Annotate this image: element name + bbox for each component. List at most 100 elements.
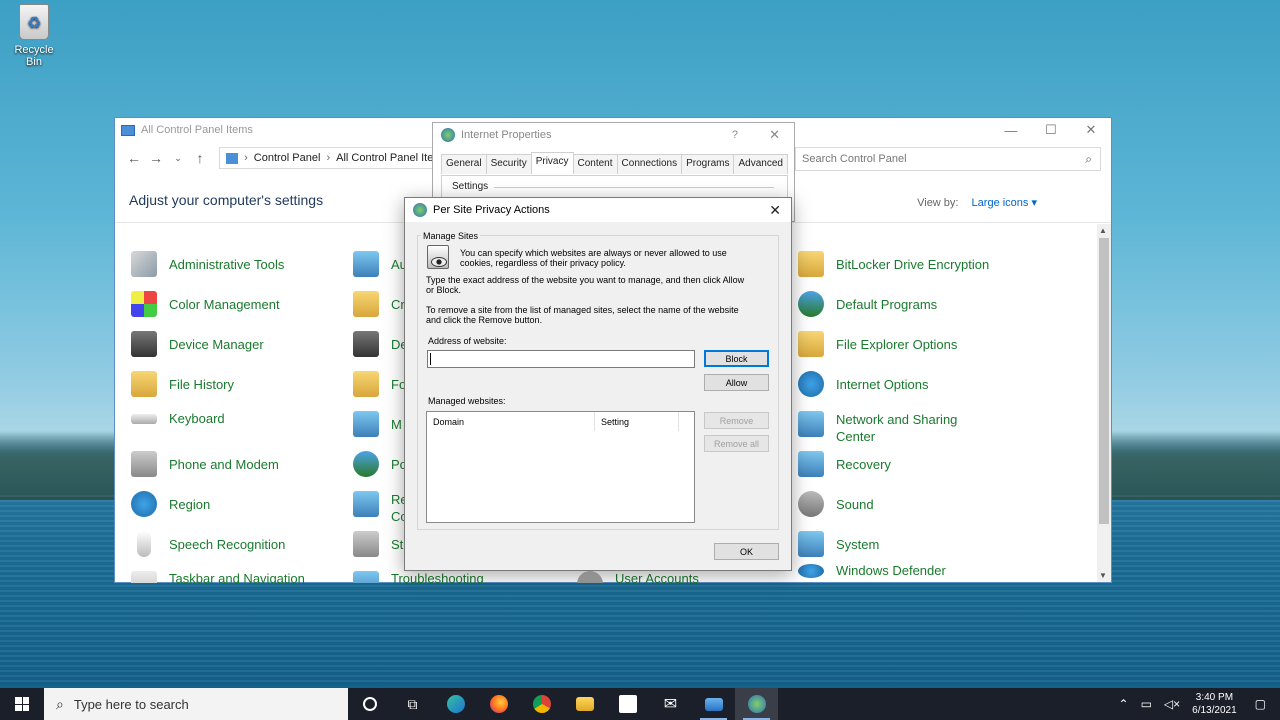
scroll-thumb[interactable] bbox=[1099, 238, 1109, 524]
cp-item-devices-printers[interactable]: De bbox=[353, 331, 408, 357]
close-button[interactable]: ✕ bbox=[1071, 118, 1111, 142]
defender-icon bbox=[798, 563, 824, 578]
cp-item-internet-options[interactable]: Internet Options bbox=[798, 371, 929, 397]
cortana-button[interactable] bbox=[348, 688, 391, 720]
remove-all-button[interactable]: Remove all bbox=[704, 435, 769, 452]
chevron-up-icon[interactable]: ⌃ bbox=[1119, 697, 1129, 711]
cp-item-credential-manager[interactable]: Cr bbox=[353, 291, 405, 317]
internet-properties-titlebar[interactable]: Internet Properties ? ✕ bbox=[433, 123, 794, 147]
search-icon[interactable]: ⌕ bbox=[1085, 152, 1092, 167]
start-button[interactable] bbox=[0, 688, 44, 720]
item-label-line1: Network and Sharing bbox=[836, 412, 958, 427]
taskbar-internet-options[interactable] bbox=[735, 688, 778, 720]
speaker-muted-icon[interactable]: ◁× bbox=[1164, 697, 1180, 711]
store-bag-icon bbox=[618, 695, 637, 713]
search-control-panel-input[interactable]: Search Control Panel ⌕ bbox=[795, 147, 1101, 171]
cp-item-power-options[interactable]: Po bbox=[353, 451, 407, 477]
notifications-icon[interactable]: ▢ bbox=[1255, 697, 1266, 711]
cp-item-windows-defender[interactable]: Windows Defender bbox=[798, 563, 946, 578]
cp-item-color-management[interactable]: Color Management bbox=[131, 291, 280, 317]
tab-connections[interactable]: Connections bbox=[616, 154, 683, 174]
taskbar-edge[interactable] bbox=[434, 688, 477, 720]
taskbar-mail[interactable]: ✉ bbox=[649, 688, 692, 720]
cp-item-mail[interactable]: M bbox=[353, 411, 402, 437]
cp-item-default-programs[interactable]: Default Programs bbox=[798, 291, 937, 317]
per-site-titlebar[interactable]: Per Site Privacy Actions ✕ bbox=[405, 198, 791, 222]
cp-item-fonts[interactable]: Fo bbox=[353, 371, 406, 397]
column-header-setting[interactable]: Setting bbox=[595, 412, 679, 431]
cp-item-system[interactable]: System bbox=[798, 531, 879, 557]
cp-item-bitlocker[interactable]: BitLocker Drive Encryption bbox=[798, 251, 989, 277]
cp-item-autoplay[interactable]: Au bbox=[353, 251, 407, 277]
block-button[interactable]: Block bbox=[704, 350, 769, 367]
taskbar-search-box[interactable]: ⌕ Type here to search bbox=[44, 688, 348, 720]
taskbar-file-explorer[interactable] bbox=[563, 688, 606, 720]
intro-text: You can specify which websites are alway… bbox=[460, 248, 727, 268]
dialog-title: Per Site Privacy Actions bbox=[433, 204, 550, 216]
scroll-down-icon[interactable]: ▼ bbox=[1099, 571, 1107, 580]
cp-item-device-manager[interactable]: Device Manager bbox=[131, 331, 264, 357]
cp-item-speech-recognition[interactable]: Speech Recognition bbox=[131, 531, 285, 557]
help-button[interactable]: ? bbox=[732, 129, 738, 141]
tab-security[interactable]: Security bbox=[485, 154, 532, 174]
cp-item-sound[interactable]: Sound bbox=[798, 491, 874, 517]
cp-item-remoteapp[interactable]: Re Co bbox=[353, 491, 408, 525]
network-icon bbox=[798, 411, 824, 437]
allow-button[interactable]: Allow bbox=[704, 374, 769, 391]
taskbar-chrome[interactable] bbox=[520, 688, 563, 720]
tab-programs[interactable]: Programs bbox=[681, 154, 735, 174]
minimize-button[interactable]: — bbox=[991, 118, 1031, 142]
remove-instructions-text: To remove a site from the list of manage… bbox=[426, 305, 739, 325]
remote-connections-icon bbox=[353, 491, 379, 517]
cp-item-user-accounts[interactable]: User Accounts bbox=[577, 571, 699, 583]
breadcrumb[interactable]: › Control Panel › All Control Panel Item… bbox=[219, 147, 449, 169]
column-header-domain[interactable]: Domain bbox=[427, 412, 595, 431]
cp-item-region[interactable]: Region bbox=[131, 491, 210, 517]
windows-logo-icon bbox=[15, 697, 29, 711]
taskbar-firefox[interactable] bbox=[477, 688, 520, 720]
network-icon[interactable]: ▭ bbox=[1141, 697, 1152, 711]
cp-item-phone-and-modem[interactable]: Phone and Modem bbox=[131, 451, 279, 477]
item-label: User Accounts bbox=[615, 571, 699, 583]
view-by-dropdown[interactable]: Large icons ▾ bbox=[972, 197, 1037, 209]
recycle-bin-desktop-icon[interactable]: Recycle Bin bbox=[6, 4, 62, 68]
task-view-button[interactable]: ⧉ bbox=[391, 688, 434, 720]
search-placeholder: Search Control Panel bbox=[802, 153, 907, 165]
taskbar-control-panel[interactable] bbox=[692, 688, 735, 720]
cp-item-storage-spaces[interactable]: St bbox=[353, 531, 403, 557]
intro-line-2: cookies, regardless of their privacy pol… bbox=[460, 258, 626, 268]
back-arrow-icon[interactable]: ← bbox=[123, 150, 145, 166]
recent-locations-icon[interactable]: ⌄ bbox=[167, 153, 189, 164]
maximize-button[interactable]: ☐ bbox=[1031, 118, 1071, 142]
close-button[interactable]: ✕ bbox=[769, 202, 781, 219]
tab-general[interactable]: General bbox=[441, 154, 487, 174]
scroll-up-icon[interactable]: ▲ bbox=[1099, 226, 1107, 235]
cp-item-troubleshooting[interactable]: Troubleshooting bbox=[353, 571, 484, 583]
remove-button[interactable]: Remove bbox=[704, 412, 769, 429]
up-arrow-icon[interactable]: ↑ bbox=[189, 150, 211, 166]
close-button[interactable]: ✕ bbox=[769, 127, 780, 143]
item-label: Keyboard bbox=[169, 411, 225, 426]
tab-content[interactable]: Content bbox=[572, 154, 618, 174]
forward-arrow-icon[interactable]: → bbox=[145, 150, 167, 166]
item-label: Sound bbox=[836, 496, 874, 512]
cp-item-file-history[interactable]: File History bbox=[131, 371, 234, 397]
cp-item-administrative-tools[interactable]: Administrative Tools bbox=[131, 251, 284, 277]
region-globe-icon bbox=[131, 491, 157, 517]
item-label: Recovery bbox=[836, 456, 891, 472]
vertical-scrollbar[interactable]: ▲ ▼ bbox=[1097, 224, 1111, 582]
cp-item-file-explorer-options[interactable]: File Explorer Options bbox=[798, 331, 957, 357]
divider bbox=[494, 187, 774, 188]
cp-item-network-sharing[interactable]: Network and Sharing Center bbox=[798, 411, 957, 445]
managed-websites-list[interactable]: Domain Setting bbox=[426, 411, 695, 523]
tab-advanced[interactable]: Advanced bbox=[733, 154, 788, 174]
cp-item-taskbar-navigation[interactable]: Taskbar and Navigation bbox=[131, 571, 305, 583]
clock[interactable]: 3:40 PM 6/13/2021 bbox=[1192, 691, 1237, 717]
cp-item-keyboard[interactable]: Keyboard bbox=[131, 411, 225, 426]
cp-item-recovery[interactable]: Recovery bbox=[798, 451, 891, 477]
taskbar-store[interactable] bbox=[606, 688, 649, 720]
ok-button[interactable]: OK bbox=[714, 543, 779, 560]
breadcrumb-control-panel[interactable]: Control Panel bbox=[254, 152, 321, 164]
address-of-website-input[interactable] bbox=[427, 350, 695, 368]
tab-privacy[interactable]: Privacy bbox=[530, 152, 574, 172]
